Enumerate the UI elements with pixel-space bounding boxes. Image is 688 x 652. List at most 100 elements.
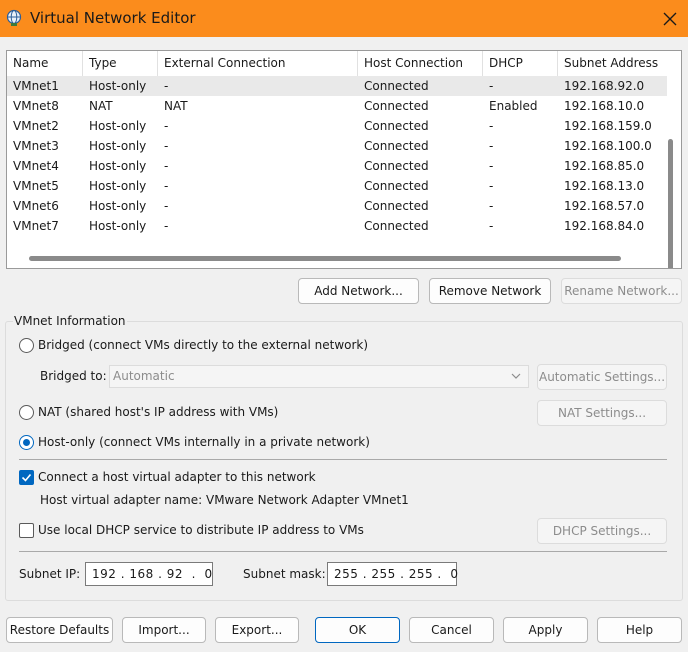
network-globe-icon (6, 9, 22, 26)
table-row[interactable]: VMnet4 Host-only - Connected - 192.168.85.0 (7, 156, 667, 176)
cancel-button[interactable]: Cancel (409, 617, 494, 643)
cell-type: Host-only (89, 179, 147, 193)
rename-network-button[interactable]: Rename Network... (561, 278, 682, 304)
cell-external-connection: - (164, 179, 169, 193)
subnet-mask-label: Subnet mask: (243, 567, 326, 581)
vertical-scroll-thumb[interactable] (668, 139, 673, 268)
cell-external-connection: - (164, 199, 169, 213)
subnet-ip-input[interactable]: 192 . 168 . 92 . 0 (85, 562, 213, 586)
subnet-ip-label: Subnet IP: (19, 567, 81, 581)
cell-type: Host-only (89, 139, 147, 153)
cell-type: Host-only (89, 119, 147, 133)
subnet-mask-input[interactable]: 255 . 255 . 255 . 0 (327, 562, 458, 586)
cell-external-connection: - (164, 79, 169, 93)
add-network-button[interactable]: Add Network... (298, 278, 419, 304)
cell-type: Host-only (89, 199, 147, 213)
nat-label[interactable]: NAT (shared host's IP address with VMs) (38, 405, 278, 419)
cell-dhcp: - (489, 179, 494, 193)
bridged-radio[interactable] (19, 338, 34, 353)
nat-radio[interactable] (19, 405, 34, 420)
cell-name: VMnet2 (13, 119, 59, 133)
cell-subnet-address: 192.168.10.0 (564, 99, 645, 113)
export-button[interactable]: Export... (215, 617, 299, 643)
table-row[interactable]: VMnet5 Host-only - Connected - 192.168.13.0 (7, 176, 667, 196)
help-button[interactable]: Help (597, 617, 682, 643)
list-header: Name Type External Connection Host Conne… (7, 51, 667, 76)
cell-dhcp: - (489, 159, 494, 173)
column-header-subnet-address[interactable]: Subnet Address (558, 51, 667, 76)
cell-host-connection: Connected (364, 139, 429, 153)
separator (19, 459, 667, 460)
column-header-name[interactable]: Name (7, 51, 83, 76)
dhcp-settings-button[interactable]: DHCP Settings... (537, 518, 667, 544)
cell-dhcp: - (489, 199, 494, 213)
cell-external-connection: - (164, 139, 169, 153)
cell-subnet-address: 192.168.85.0 (564, 159, 645, 173)
cell-type: Host-only (89, 79, 147, 93)
checkmark-icon (21, 473, 32, 482)
cell-dhcp: - (489, 119, 494, 133)
cell-host-connection: Connected (364, 199, 429, 213)
cell-dhcp: - (489, 79, 494, 93)
cell-name: VMnet5 (13, 179, 59, 193)
vmnet-information-group (5, 321, 683, 601)
bridged-to-select[interactable]: Automatic (109, 365, 529, 388)
host-only-label[interactable]: Host-only (connect VMs internally in a p… (38, 435, 370, 449)
dhcp-label[interactable]: Use local DHCP service to distribute IP … (38, 523, 364, 537)
cell-subnet-address: 192.168.13.0 (564, 179, 645, 193)
cell-host-connection: Connected (364, 119, 429, 133)
table-row[interactable]: VMnet7 Host-only - Connected - 192.168.84.0 (7, 216, 667, 236)
connect-adapter-label[interactable]: Connect a host virtual adapter to this n… (38, 470, 316, 484)
horizontal-scroll-thumb[interactable] (29, 256, 621, 261)
cell-name: VMnet6 (13, 199, 59, 213)
table-row[interactable]: VMnet2 Host-only - Connected - 192.168.159.0 (7, 116, 667, 136)
cell-type: NAT (89, 99, 113, 113)
apply-button[interactable]: Apply (503, 617, 588, 643)
remove-network-button[interactable]: Remove Network (429, 278, 551, 304)
close-button[interactable] (652, 0, 688, 37)
table-row[interactable]: VMnet1 Host-only - Connected - 192.168.92.0 (7, 76, 667, 96)
title-bar: Virtual Network Editor (0, 0, 688, 37)
cell-name: VMnet4 (13, 159, 59, 173)
cell-name: VMnet7 (13, 219, 59, 233)
import-button[interactable]: Import... (122, 617, 206, 643)
nat-settings-button[interactable]: NAT Settings... (537, 400, 667, 426)
cell-type: Host-only (89, 219, 147, 233)
column-header-dhcp[interactable]: DHCP (483, 51, 558, 76)
cell-name: VMnet1 (13, 79, 59, 93)
network-list[interactable]: Name Type External Connection Host Conne… (6, 50, 682, 269)
host-only-radio[interactable] (19, 435, 34, 450)
cell-name: VMnet8 (13, 99, 59, 113)
vmnet-information-label: VMnet Information (13, 314, 127, 328)
ok-button[interactable]: OK (315, 617, 400, 643)
window-title: Virtual Network Editor (30, 9, 196, 27)
restore-defaults-button[interactable]: Restore Defaults (6, 617, 113, 643)
cell-subnet-address: 192.168.84.0 (564, 219, 645, 233)
cell-name: VMnet3 (13, 139, 59, 153)
table-row[interactable]: VMnet6 Host-only - Connected - 192.168.57.0 (7, 196, 667, 216)
automatic-settings-button[interactable]: Automatic Settings... (537, 364, 667, 390)
chevron-down-icon (511, 373, 521, 379)
column-header-host-connection[interactable]: Host Connection (358, 51, 483, 76)
table-row[interactable]: VMnet3 Host-only - Connected - 192.168.100.0 (7, 136, 667, 156)
connect-adapter-checkbox[interactable] (19, 470, 34, 485)
column-header-external-connection[interactable]: External Connection (158, 51, 358, 76)
cell-external-connection: - (164, 159, 169, 173)
table-row[interactable]: VMnet8 NAT NAT Connected Enabled 192.168.10.0 (7, 96, 667, 116)
dhcp-checkbox[interactable] (19, 523, 34, 538)
cell-subnet-address: 192.168.159.0 (564, 119, 652, 133)
cell-external-connection: NAT (164, 99, 188, 113)
cell-external-connection: - (164, 119, 169, 133)
close-icon (663, 12, 677, 25)
cell-dhcp: - (489, 139, 494, 153)
separator (19, 551, 667, 552)
cell-host-connection: Connected (364, 179, 429, 193)
cell-host-connection: Connected (364, 159, 429, 173)
adapter-name-text: Host virtual adapter name: VMware Networ… (40, 493, 409, 507)
bridged-to-value: Automatic (113, 369, 175, 383)
column-header-type[interactable]: Type (83, 51, 158, 76)
cell-host-connection: Connected (364, 79, 429, 93)
cell-host-connection: Connected (364, 219, 429, 233)
bridged-label[interactable]: Bridged (connect VMs directly to the ext… (38, 338, 368, 352)
cell-subnet-address: 192.168.92.0 (564, 79, 645, 93)
